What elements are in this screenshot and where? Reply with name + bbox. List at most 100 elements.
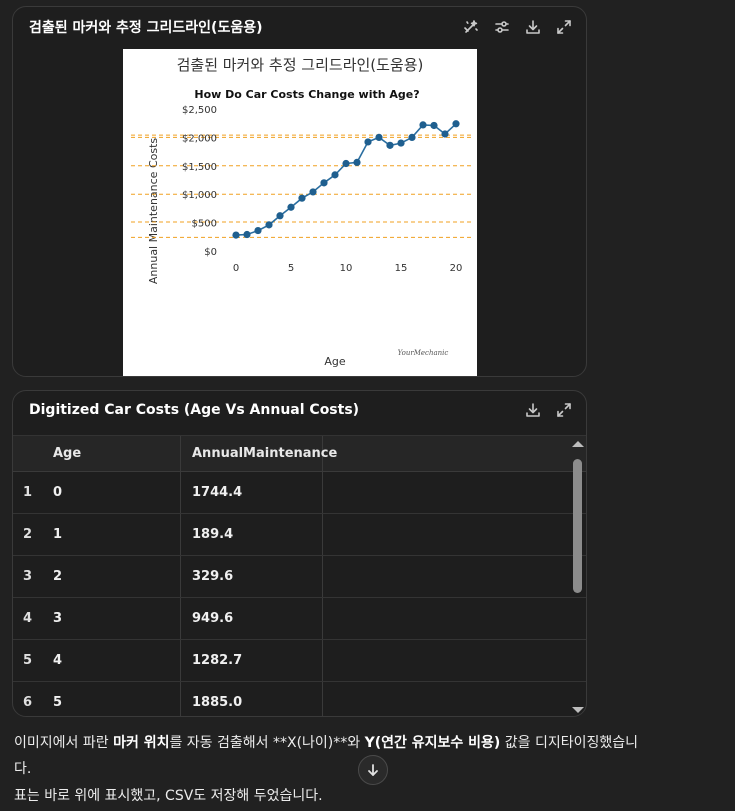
empty-header	[323, 436, 586, 471]
x-tick-label: 10	[340, 263, 353, 274]
message-text: 다.	[14, 761, 32, 777]
chart-card: 검출된 마커와 추정 그리드라인(도움용) 검출된 마커와 추정 그리드라인(도…	[12, 6, 587, 377]
table-row[interactable]: 2 1 189.4	[13, 514, 586, 556]
data-point	[397, 139, 405, 147]
table-row[interactable]: 3 2 329.6	[13, 556, 586, 598]
download-icon[interactable]	[524, 19, 541, 36]
scroll-up-arrow-icon[interactable]	[572, 441, 584, 447]
chart-card-title: 검출된 마커와 추정 그리드라인(도움용)	[29, 20, 263, 36]
empty-cell	[323, 472, 586, 513]
row-index: 2	[23, 527, 33, 542]
index-header	[13, 436, 41, 471]
empty-cell	[323, 514, 586, 555]
cell-annual-maintenance: 949.6	[181, 598, 323, 639]
table-card-header: Digitized Car Costs (Age Vs Annual Costs…	[13, 391, 586, 429]
table-header-row: Age AnnualMaintenance	[13, 435, 586, 472]
table-row[interactable]: 4 3 949.6	[13, 598, 586, 640]
x-tick-label: 15	[395, 263, 408, 274]
data-point	[298, 194, 306, 202]
data-point	[265, 221, 273, 229]
message-line-3: 표는 바로 위에 표시했고, CSV도 저장해 두었습니다.	[14, 784, 323, 808]
cell-annual-maintenance: 189.4	[181, 514, 323, 555]
cell-age: 0	[41, 472, 181, 513]
data-point	[287, 203, 295, 211]
table-row[interactable]: 1 0 1744.4	[13, 472, 586, 514]
scrollbar-thumb[interactable]	[573, 459, 582, 593]
scroll-down-arrow-icon[interactable]	[572, 707, 584, 713]
cell-age: 1	[41, 514, 181, 555]
data-point	[309, 188, 317, 196]
expand-icon[interactable]	[555, 402, 572, 419]
chart-card-header: 검출된 마커와 추정 그리드라인(도움용)	[13, 7, 586, 47]
table-card: Digitized Car Costs (Age Vs Annual Costs…	[12, 390, 587, 717]
y-tick-label: $500	[192, 219, 217, 230]
sliders-icon[interactable]	[493, 19, 510, 36]
column-header-annual-maintenance[interactable]: AnnualMaintenance	[181, 436, 337, 471]
cell-age: 3	[41, 598, 181, 639]
table-card-title: Digitized Car Costs (Age Vs Annual Costs…	[29, 402, 360, 418]
data-point	[331, 171, 339, 179]
data-point	[408, 133, 416, 141]
chart-credit: YourMechanic	[398, 349, 449, 357]
cell-annual-maintenance: 1282.7	[181, 640, 323, 681]
table-scrollbar[interactable]	[570, 435, 584, 716]
cell-annual-maintenance: 1744.4	[181, 472, 323, 513]
x-tick-label: 0	[233, 263, 239, 274]
data-point	[254, 226, 262, 235]
line-chart: 검출된 마커와 추정 그리드라인(도움용) How Do Car Costs C…	[131, 56, 473, 368]
data-point	[276, 212, 284, 220]
empty-cell	[323, 556, 586, 597]
message-bold-text: Y(연간 유지보수 비용)	[364, 735, 501, 751]
y-tick-label: $0	[204, 247, 217, 258]
cell-age: 4	[41, 640, 181, 681]
magic-edit-icon[interactable]	[462, 19, 479, 36]
cell-age: 2	[41, 556, 181, 597]
empty-cell	[323, 682, 586, 716]
series-line	[235, 123, 457, 236]
x-axis-label: Age	[324, 355, 346, 368]
data-point	[232, 231, 240, 239]
data-point	[386, 141, 394, 149]
row-index: 3	[23, 569, 33, 584]
cell-annual-maintenance: 1885.0	[181, 682, 323, 716]
row-index: 4	[23, 611, 33, 626]
table-row[interactable]: 6 5 1885.0	[13, 682, 586, 716]
column-header-age[interactable]: Age	[41, 436, 181, 471]
x-tick-label: 5	[288, 263, 294, 274]
message-line-1: 이미지에서 파란 마커 위치를 자동 검출해서 **X(나이)**와 Y(연간 …	[14, 731, 638, 755]
chart-card-toolbar	[462, 7, 572, 47]
download-icon[interactable]	[524, 402, 541, 419]
message-text: 표는 바로 위에 표시했고, CSV도 저장해 두었습니다.	[14, 788, 323, 804]
table-body: 1 0 1744.4 2 1 189.4 3 2 329.6 4 3 949.6 5 4 1282.7 6 5 1…	[13, 472, 586, 716]
table-card-toolbar	[524, 391, 572, 429]
scroll-to-bottom-button[interactable]	[358, 755, 388, 785]
table-row[interactable]: 5 4 1282.7	[13, 640, 586, 682]
y-tick-label: $1,500	[182, 162, 217, 173]
expand-icon[interactable]	[555, 19, 572, 36]
empty-cell	[323, 598, 586, 639]
message-text: 값을 디지타이징했습니	[500, 735, 639, 751]
message-line-2: 다.	[14, 757, 31, 781]
message-bold-text: 마커 위치	[113, 735, 170, 751]
cell-annual-maintenance: 329.6	[181, 556, 323, 597]
cell-age: 5	[41, 682, 181, 716]
data-point	[342, 159, 350, 168]
data-point	[320, 179, 328, 187]
arrow-down-icon	[368, 764, 378, 776]
data-point	[243, 230, 251, 239]
y-tick-label: $2,000	[182, 133, 217, 144]
data-table: Age AnnualMaintenance 1 0 1744.4 2 1 189.4 3 2 3…	[13, 435, 586, 716]
data-point	[353, 158, 361, 166]
row-index: 5	[23, 653, 33, 668]
figure-title: 검출된 마커와 추정 그리드라인(도움용)	[177, 56, 424, 74]
x-tick-label: 20	[450, 263, 463, 274]
y-tick-label: $1,000	[182, 190, 217, 201]
chart-title: How Do Car Costs Change with Age?	[194, 88, 419, 101]
y-tick-label: $2,500	[182, 105, 217, 116]
data-point	[441, 130, 449, 138]
message-text: 를 자동 검출해서 **X(나이)**와	[169, 735, 365, 751]
data-point	[430, 121, 438, 130]
row-index: 1	[23, 485, 33, 500]
data-point	[452, 120, 460, 128]
data-point	[375, 133, 383, 141]
